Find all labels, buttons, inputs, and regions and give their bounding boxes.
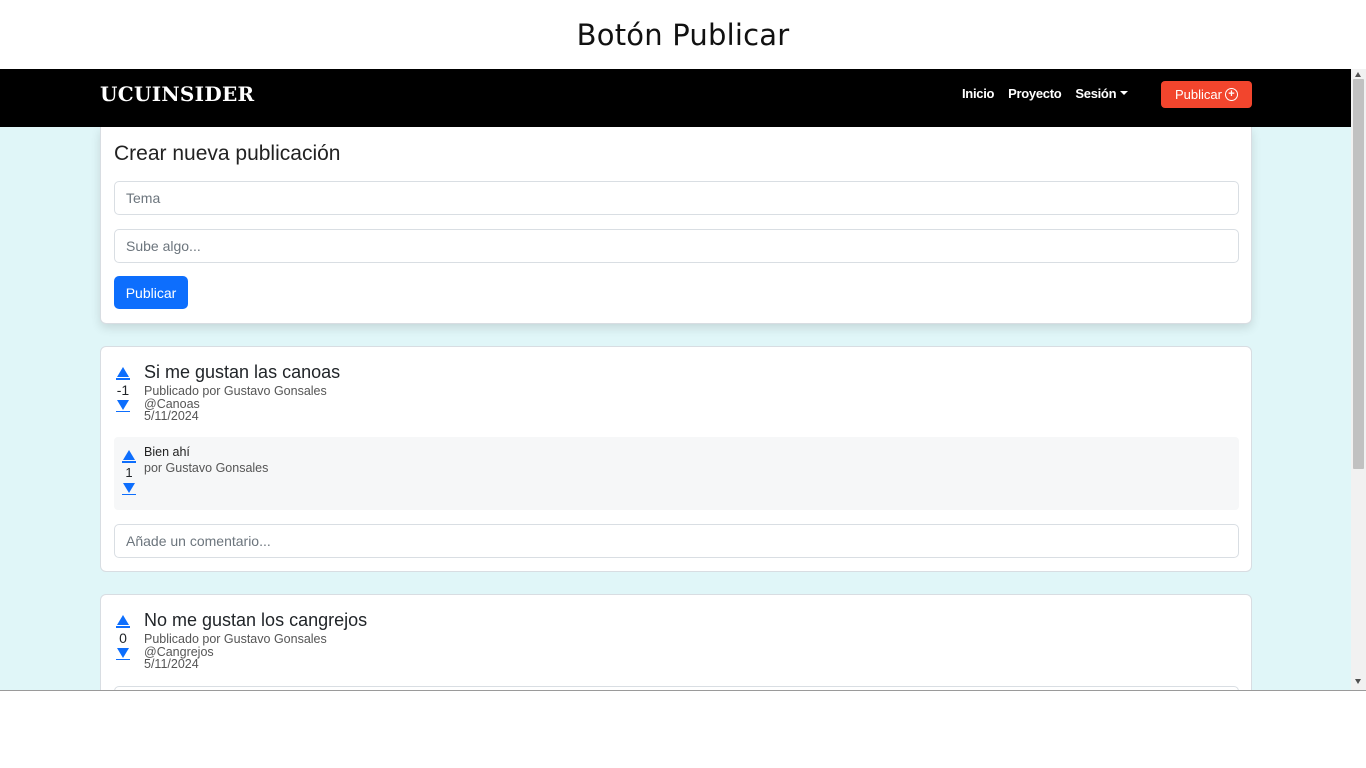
downvote-icon[interactable] [123,482,135,493]
nav-dropdown-sesion[interactable]: Sesión [1075,86,1129,101]
upvote-icon[interactable] [117,367,129,377]
post-meta: Publicado por Gustavo Gonsales @Cangrejo… [144,633,327,671]
create-post-card: Crear nueva publicación Publicar [100,127,1252,324]
publish-submit-button[interactable]: Publicar [114,276,188,309]
upvote-icon[interactable] [117,615,129,625]
topic-input[interactable] [114,181,1239,215]
comment-vote-count: 1 [125,464,133,480]
scroll-up-icon[interactable] [1355,72,1361,77]
post-card: -1 Si me gustan las canoas Publicado por… [100,346,1252,572]
upvote-icon[interactable] [123,450,135,460]
nav-link-inicio[interactable]: Inicio [962,86,994,101]
downvote-underline [116,658,130,660]
scrollbar-track[interactable] [1351,69,1366,690]
scroll-down-icon[interactable] [1355,679,1361,684]
publish-nav-label: Publicar [1175,87,1222,102]
comment-box-partial [114,686,1239,690]
nav-link-proyecto[interactable]: Proyecto [1008,86,1062,101]
comment-body: Bien ahí [144,445,190,459]
post-date: 5/11/2024 [144,657,199,671]
upvote-underline [116,626,130,628]
downvote-icon[interactable] [117,399,129,410]
post-date: 5/11/2024 [144,409,199,423]
post-vote-widget: -1 [114,367,132,412]
post-title[interactable]: Si me gustan las canoas [144,362,340,383]
comment: 1 Bien ahí por Gustavo Gonsales [114,437,1239,510]
post-vote-count: 0 [119,629,127,646]
browser-viewport: UCUINSIDER Inicio Proyecto Sesión Public… [0,69,1366,691]
scrollbar-thumb[interactable] [1353,79,1364,469]
post-meta: Publicado por Gustavo Gonsales @Canoas 5… [144,385,327,423]
content-input[interactable] [114,229,1239,263]
create-post-title: Crear nueva publicación [114,142,341,165]
post-vote-widget: 0 [114,615,132,660]
comment-author: por Gustavo Gonsales [144,461,269,475]
post-card: 0 No me gustan los cangrejos Publicado p… [100,594,1252,690]
plus-circle-icon: + [1224,88,1238,101]
post-author: Publicado por Gustavo Gonsales [144,632,327,646]
post-author: Publicado por Gustavo Gonsales [144,384,327,398]
nav-dropdown-sesion-label: Sesión [1075,86,1117,101]
comment-input[interactable] [114,524,1239,558]
caret-down-icon [1120,91,1129,95]
navbar: UCUINSIDER Inicio Proyecto Sesión Public… [0,69,1351,127]
downvote-underline [122,493,136,495]
brand-logo[interactable]: UCUINSIDER [100,82,254,106]
upvote-underline [122,461,136,463]
post-title[interactable]: No me gustan los cangrejos [144,610,367,631]
comment-vote-widget: 1 [120,450,138,495]
nav-links: Inicio Proyecto Sesión [962,86,1129,101]
downvote-underline [116,410,130,412]
downvote-icon[interactable] [117,647,129,658]
comment-text: Bien ahí por Gustavo Gonsales [144,444,268,476]
slide-title: Botón Publicar [576,18,790,52]
publish-nav-button[interactable]: Publicar + [1161,81,1252,108]
upvote-underline [116,378,130,380]
post-vote-count: -1 [116,381,130,398]
